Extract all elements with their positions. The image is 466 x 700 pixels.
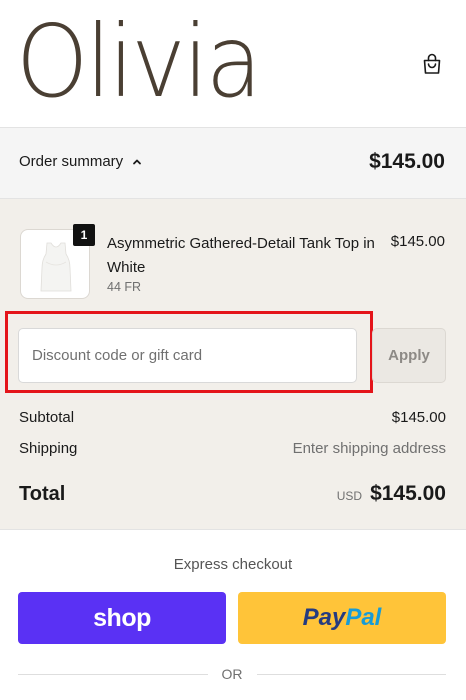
total-value: $145.00 xyxy=(370,482,446,505)
quantity-badge: 1 xyxy=(73,224,95,246)
order-summary-label: Order summary xyxy=(19,153,124,170)
discount-code-input[interactable] xyxy=(18,328,357,383)
shop-pay-label: shop xyxy=(93,603,151,632)
total-row: Total USD $145.00 xyxy=(19,482,446,506)
divider-line xyxy=(18,673,208,675)
subtotal-value: $145.00 xyxy=(391,409,446,426)
total-label: Total xyxy=(19,483,66,505)
paypal-label-pal: Pal xyxy=(345,604,382,631)
express-checkout-heading: Express checkout xyxy=(173,556,293,573)
subtotal-label: Subtotal xyxy=(19,409,75,426)
or-divider: OR xyxy=(18,666,446,682)
paypal-button[interactable]: Pay Pal xyxy=(238,592,446,644)
summary-total-price: $145.00 xyxy=(369,150,445,173)
shop-pay-button[interactable]: shop xyxy=(18,592,226,644)
shipping-row: Shipping Enter shipping address xyxy=(19,440,446,457)
or-text: OR xyxy=(221,666,243,682)
product-variant: 44 FR xyxy=(107,280,142,294)
paypal-label-pay: Pay xyxy=(302,604,346,631)
shipping-value: Enter shipping address xyxy=(292,440,446,457)
divider-line xyxy=(256,673,446,675)
order-summary-toggle[interactable]: Order summary xyxy=(19,153,143,170)
order-details: 1 Asymmetric Gathered-Detail Tank Top in… xyxy=(0,199,466,530)
subtotal-row: Subtotal $145.00 xyxy=(19,409,446,426)
site-header: Olivia xyxy=(0,0,466,128)
apply-discount-button[interactable]: Apply xyxy=(372,328,446,383)
currency-code: USD xyxy=(336,489,363,503)
brand-logo[interactable]: Olivia xyxy=(16,12,262,112)
order-summary-bar[interactable]: Order summary $145.00 xyxy=(0,128,466,199)
shopping-bag-icon[interactable] xyxy=(420,52,444,76)
chevron-up-icon xyxy=(133,159,142,164)
product-name: Asymmetric Gathered-Detail Tank Top in W… xyxy=(107,235,375,276)
product-price: $145.00 xyxy=(390,233,445,250)
tank-top-image xyxy=(40,242,72,292)
shipping-label: Shipping xyxy=(19,440,78,457)
